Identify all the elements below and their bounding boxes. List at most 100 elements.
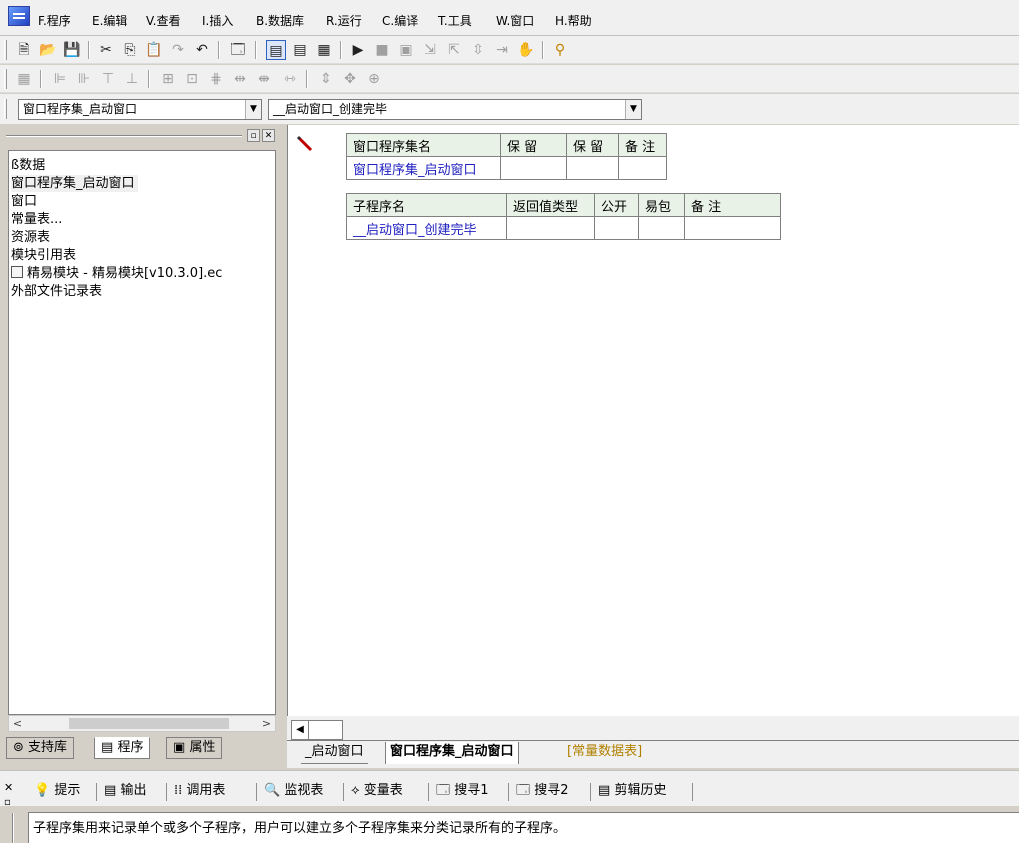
menu-help[interactable]: H.帮助 — [555, 12, 592, 29]
tab-watch[interactable]: 🔍 监视表 — [264, 783, 323, 799]
align-right-icon[interactable]: ⊪ — [74, 69, 94, 89]
run-to-cursor-icon[interactable]: ⇥ — [492, 40, 512, 60]
space-v-icon[interactable]: ⇹ — [230, 69, 250, 89]
align-grid-icon[interactable]: ▦ — [14, 69, 34, 89]
same-height-icon[interactable]: ⇕ — [316, 69, 336, 89]
restore-icon[interactable]: ▫ — [4, 797, 11, 808]
center-v-icon[interactable]: ⊡ — [182, 69, 202, 89]
align-top-icon[interactable]: ⊤ — [98, 69, 118, 89]
scroll-left-icon[interactable]: < — [9, 716, 26, 731]
tab-variables[interactable]: ⟡ 变量表 — [351, 783, 403, 799]
space-h-icon[interactable]: ⋕ — [206, 69, 226, 89]
step-over-icon[interactable]: ⇱ — [444, 40, 464, 60]
tab-support-library[interactable]: ⊚ 支持库 — [6, 737, 75, 759]
new-file-icon[interactable]: 🗎 — [14, 40, 34, 60]
app-logo-icon[interactable] — [8, 6, 30, 26]
scroll-thumb[interactable] — [69, 718, 229, 729]
same-width-icon[interactable]: ⇿ — [280, 69, 300, 89]
tree-horizontal-scrollbar[interactable]: < > — [8, 715, 276, 732]
menu-run[interactable]: R.运行 — [326, 12, 362, 29]
center-h-icon[interactable]: ⊞ — [158, 69, 178, 89]
restore-icon[interactable]: ▫ — [247, 129, 260, 142]
tree-item-module-refs[interactable]: 模块引用表 — [11, 247, 76, 264]
menu-tools[interactable]: T.工具 — [438, 12, 472, 29]
same-size-icon[interactable]: ✥ — [340, 69, 360, 89]
undo-icon[interactable]: ↶ — [192, 40, 212, 60]
tab-call-stack[interactable]: ⁞⁞ 调用表 — [174, 783, 225, 799]
align-left-icon[interactable]: ⊫ — [50, 69, 70, 89]
binoculars-icon[interactable]: ⚲ — [550, 40, 570, 60]
toolbar-grip[interactable] — [4, 99, 7, 119]
close-icon[interactable]: ✕ — [262, 129, 275, 142]
tab-hint[interactable]: 💡 提示 — [34, 783, 80, 799]
cut-icon[interactable]: ✂ — [96, 40, 116, 60]
paste-icon[interactable]: 📋 — [144, 40, 164, 60]
open-folder-icon[interactable]: 📂 — [38, 40, 58, 60]
step-into-icon[interactable]: ⇲ — [420, 40, 440, 60]
reserved-cell-2[interactable] — [566, 156, 619, 180]
hint-text: 子程序集用来记录单个或多个子程序，用户可以建立多个子程序集来分类记录所有的子程序… — [28, 812, 1019, 843]
copy-icon[interactable]: ⎘ — [120, 40, 140, 60]
layout3-icon[interactable]: ▦ — [314, 40, 334, 60]
tree-item-window[interactable]: 窗口 — [11, 193, 37, 210]
menu-program[interactable]: F.程序 — [38, 12, 71, 29]
tab-constants[interactable]: [常量数据表] — [563, 742, 646, 764]
sub-remark-cell[interactable] — [684, 216, 781, 240]
tree-item-constants[interactable]: 常量表... — [11, 211, 62, 228]
tab-program[interactable]: ▤ 程序 — [94, 737, 151, 759]
subroutine-select[interactable]: __启动窗口_创建完毕 ▼ — [268, 99, 642, 120]
find-icon[interactable]: 🗔 — [228, 40, 248, 60]
subroutine-name-cell[interactable]: __启动窗口_创建完毕 — [346, 216, 507, 240]
panel-grip[interactable] — [12, 813, 14, 843]
debug-icon[interactable]: ▣ — [396, 40, 416, 60]
chevron-down-icon[interactable]: ▼ — [625, 100, 641, 119]
tree-item-data[interactable]: ß数据 — [11, 157, 45, 174]
menu-edit[interactable]: E.编辑 — [92, 12, 127, 29]
step-out-icon[interactable]: ⇳ — [468, 40, 488, 60]
tab-startup-window[interactable]: _启动窗口 — [301, 742, 368, 764]
menu-window[interactable]: W.窗口 — [496, 12, 534, 29]
tab-scroll-left-icon[interactable]: ◀ — [292, 721, 309, 739]
toolbar-grip[interactable] — [4, 69, 7, 89]
menu-insert[interactable]: I.插入 — [202, 12, 233, 29]
tab-clip-history[interactable]: ▤ 剪辑历史 — [598, 783, 666, 799]
distribute-icon[interactable]: ⇼ — [254, 69, 274, 89]
assembly-select[interactable]: 窗口程序集_启动窗口 ▼ — [18, 99, 262, 120]
hint-icon: 💡 — [34, 783, 51, 798]
menu-compile[interactable]: C.编译 — [382, 12, 418, 29]
return-type-cell[interactable] — [506, 216, 595, 240]
scroll-right-icon[interactable]: > — [258, 716, 275, 731]
project-tree[interactable]: ß数据 窗口程序集_启动窗口 窗口 常量表... 资源表 模块引用表 精易模块 … — [8, 150, 276, 715]
tab-scroll[interactable]: ◀ — [291, 720, 343, 740]
tab-assembly[interactable]: 窗口程序集_启动窗口 — [385, 742, 519, 764]
run-icon[interactable]: ▶ — [348, 40, 368, 60]
layout1-icon[interactable]: ▤ — [266, 40, 286, 60]
tree-item-assembly[interactable]: 窗口程序集_启动窗口 — [11, 175, 138, 192]
code-editor[interactable]: 窗口程序集名 保 留 保 留 备 注 窗口程序集_启动窗口 子程序名 返回值类型… — [287, 125, 1019, 725]
tree-item-resources[interactable]: 资源表 — [11, 229, 50, 246]
close-icon[interactable]: ✕ — [4, 781, 13, 794]
easy-package-cell[interactable] — [638, 216, 685, 240]
tree-item-module[interactable]: 精易模块 - 精易模块[v10.3.0].ec — [11, 265, 222, 282]
save-icon[interactable]: 💾 — [62, 40, 82, 60]
menu-view[interactable]: V.查看 — [146, 12, 180, 29]
layout2-icon[interactable]: ▤ — [290, 40, 310, 60]
reserved-cell-1[interactable] — [500, 156, 567, 180]
hand-icon[interactable]: ✋ — [516, 40, 536, 60]
tab-output[interactable]: ▤ 输出 — [104, 783, 146, 799]
menu-database[interactable]: B.数据库 — [256, 12, 304, 29]
chevron-down-icon[interactable]: ▼ — [245, 100, 261, 119]
align-bottom-icon[interactable]: ⊥ — [122, 69, 142, 89]
tab-search2[interactable]: 🗔 搜寻2 — [516, 783, 569, 799]
stop-icon[interactable]: ■ — [372, 40, 392, 60]
remark-cell[interactable] — [618, 156, 667, 180]
tab-search1[interactable]: 🗔 搜寻1 — [436, 783, 489, 799]
public-cell[interactable] — [594, 216, 639, 240]
tab-properties[interactable]: ▣ 属性 — [166, 737, 223, 759]
assembly-name-cell[interactable]: 窗口程序集_启动窗口 — [346, 156, 501, 180]
toolbar-grip[interactable] — [4, 40, 7, 60]
center-form-icon[interactable]: ⊕ — [364, 69, 384, 89]
toolbar-separator — [542, 41, 544, 59]
redo-icon[interactable]: ↷ — [168, 40, 188, 60]
tree-item-external-files[interactable]: 外部文件记录表 — [11, 283, 102, 300]
